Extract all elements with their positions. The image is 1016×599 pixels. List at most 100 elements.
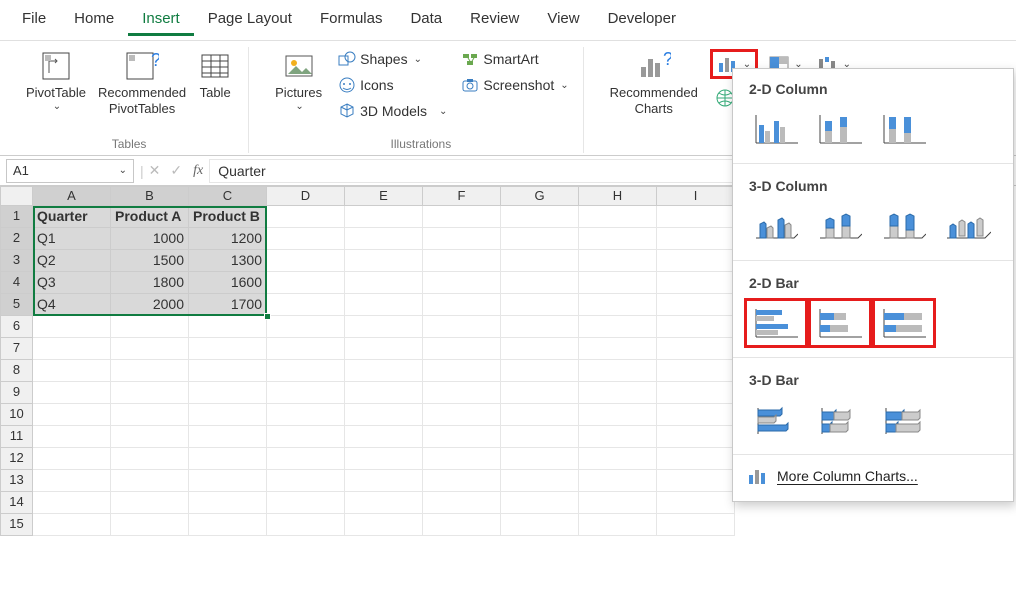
recommended-pivottables-button[interactable]: ? Recommended PivotTables [92, 47, 192, 118]
cell[interactable] [111, 404, 189, 426]
fx-icon[interactable]: fx [187, 163, 209, 179]
cell[interactable] [579, 206, 657, 228]
cell[interactable] [579, 316, 657, 338]
cell[interactable] [423, 448, 501, 470]
cell[interactable] [423, 250, 501, 272]
row-header[interactable]: 14 [0, 492, 33, 514]
cell[interactable] [111, 492, 189, 514]
cell[interactable] [345, 382, 423, 404]
cell[interactable] [345, 316, 423, 338]
cell[interactable] [501, 404, 579, 426]
name-box[interactable]: A1 ⌄ [6, 159, 134, 183]
cell[interactable] [423, 492, 501, 514]
menu-home[interactable]: Home [60, 4, 128, 36]
cell[interactable] [657, 316, 735, 338]
cell[interactable]: Product B [189, 206, 267, 228]
3d-stacked-column-option[interactable] [811, 204, 869, 248]
cell[interactable] [423, 294, 501, 316]
cell[interactable] [33, 316, 111, 338]
cell[interactable] [423, 206, 501, 228]
cell[interactable] [423, 338, 501, 360]
pivottable-button[interactable]: PivotTable ⌄ [20, 47, 92, 118]
cell[interactable] [33, 338, 111, 360]
cell[interactable] [657, 382, 735, 404]
clustered-bar-option[interactable] [747, 301, 805, 345]
cell[interactable] [579, 382, 657, 404]
menu-formulas[interactable]: Formulas [306, 4, 397, 36]
cell[interactable] [579, 426, 657, 448]
cell[interactable] [189, 426, 267, 448]
cell[interactable] [579, 492, 657, 514]
cell[interactable] [579, 294, 657, 316]
cell[interactable] [345, 492, 423, 514]
row-header[interactable]: 10 [0, 404, 33, 426]
column-header[interactable]: D [267, 186, 345, 206]
row-header[interactable]: 6 [0, 316, 33, 338]
cell[interactable] [267, 426, 345, 448]
cell[interactable] [33, 448, 111, 470]
cell[interactable] [33, 470, 111, 492]
cell[interactable] [267, 228, 345, 250]
clustered-column-option[interactable] [747, 107, 805, 151]
cell[interactable] [501, 294, 579, 316]
cell[interactable] [657, 338, 735, 360]
column-header[interactable]: B [111, 186, 189, 206]
cell[interactable] [501, 228, 579, 250]
cell[interactable] [501, 426, 579, 448]
cell[interactable]: Q2 [33, 250, 111, 272]
cell[interactable] [33, 426, 111, 448]
cell[interactable] [111, 514, 189, 536]
cell[interactable] [657, 228, 735, 250]
3d-column-option[interactable] [939, 204, 997, 248]
menu-review[interactable]: Review [456, 4, 533, 36]
stacked-bar-option[interactable] [811, 301, 869, 345]
screenshot-button[interactable]: Screenshot⌄ [457, 73, 572, 97]
cell[interactable] [267, 492, 345, 514]
cell[interactable] [189, 492, 267, 514]
3d-clustered-bar-option[interactable] [747, 398, 805, 442]
cell[interactable] [189, 338, 267, 360]
cell[interactable]: 1800 [111, 272, 189, 294]
3d-stacked-bar-option[interactable] [811, 398, 869, 442]
cell[interactable] [501, 250, 579, 272]
column-header[interactable]: E [345, 186, 423, 206]
cell[interactable] [111, 470, 189, 492]
cell[interactable] [423, 470, 501, 492]
pictures-button[interactable]: Pictures ⌄ [269, 47, 328, 123]
cell[interactable] [579, 228, 657, 250]
cell[interactable] [111, 360, 189, 382]
more-column-charts-button[interactable]: More Column Charts... [733, 457, 1013, 495]
cell[interactable] [267, 316, 345, 338]
cell[interactable] [345, 272, 423, 294]
cell[interactable]: 1700 [189, 294, 267, 316]
cell[interactable] [267, 360, 345, 382]
cell[interactable] [267, 470, 345, 492]
cell[interactable] [267, 250, 345, 272]
cell[interactable] [345, 426, 423, 448]
cancel-icon[interactable]: ✕ [144, 162, 166, 179]
cell[interactable] [579, 360, 657, 382]
cell[interactable] [501, 316, 579, 338]
cell[interactable] [33, 492, 111, 514]
stacked-column-option[interactable] [811, 107, 869, 151]
row-header[interactable]: 1 [0, 206, 33, 228]
row-header[interactable]: 12 [0, 448, 33, 470]
cell[interactable] [33, 514, 111, 536]
cell[interactable]: 1300 [189, 250, 267, 272]
cell[interactable] [657, 404, 735, 426]
cell[interactable] [111, 382, 189, 404]
100-stacked-bar-option[interactable] [875, 301, 933, 345]
cell[interactable] [345, 514, 423, 536]
row-header[interactable]: 5 [0, 294, 33, 316]
cell[interactable] [657, 492, 735, 514]
cell[interactable] [189, 404, 267, 426]
cell[interactable] [579, 250, 657, 272]
shapes-button[interactable]: Shapes⌄ [334, 47, 451, 71]
column-header[interactable]: G [501, 186, 579, 206]
cell[interactable] [267, 338, 345, 360]
cell[interactable] [657, 294, 735, 316]
cell[interactable] [33, 382, 111, 404]
cell[interactable] [501, 448, 579, 470]
cell[interactable] [579, 272, 657, 294]
row-header[interactable]: 15 [0, 514, 33, 536]
